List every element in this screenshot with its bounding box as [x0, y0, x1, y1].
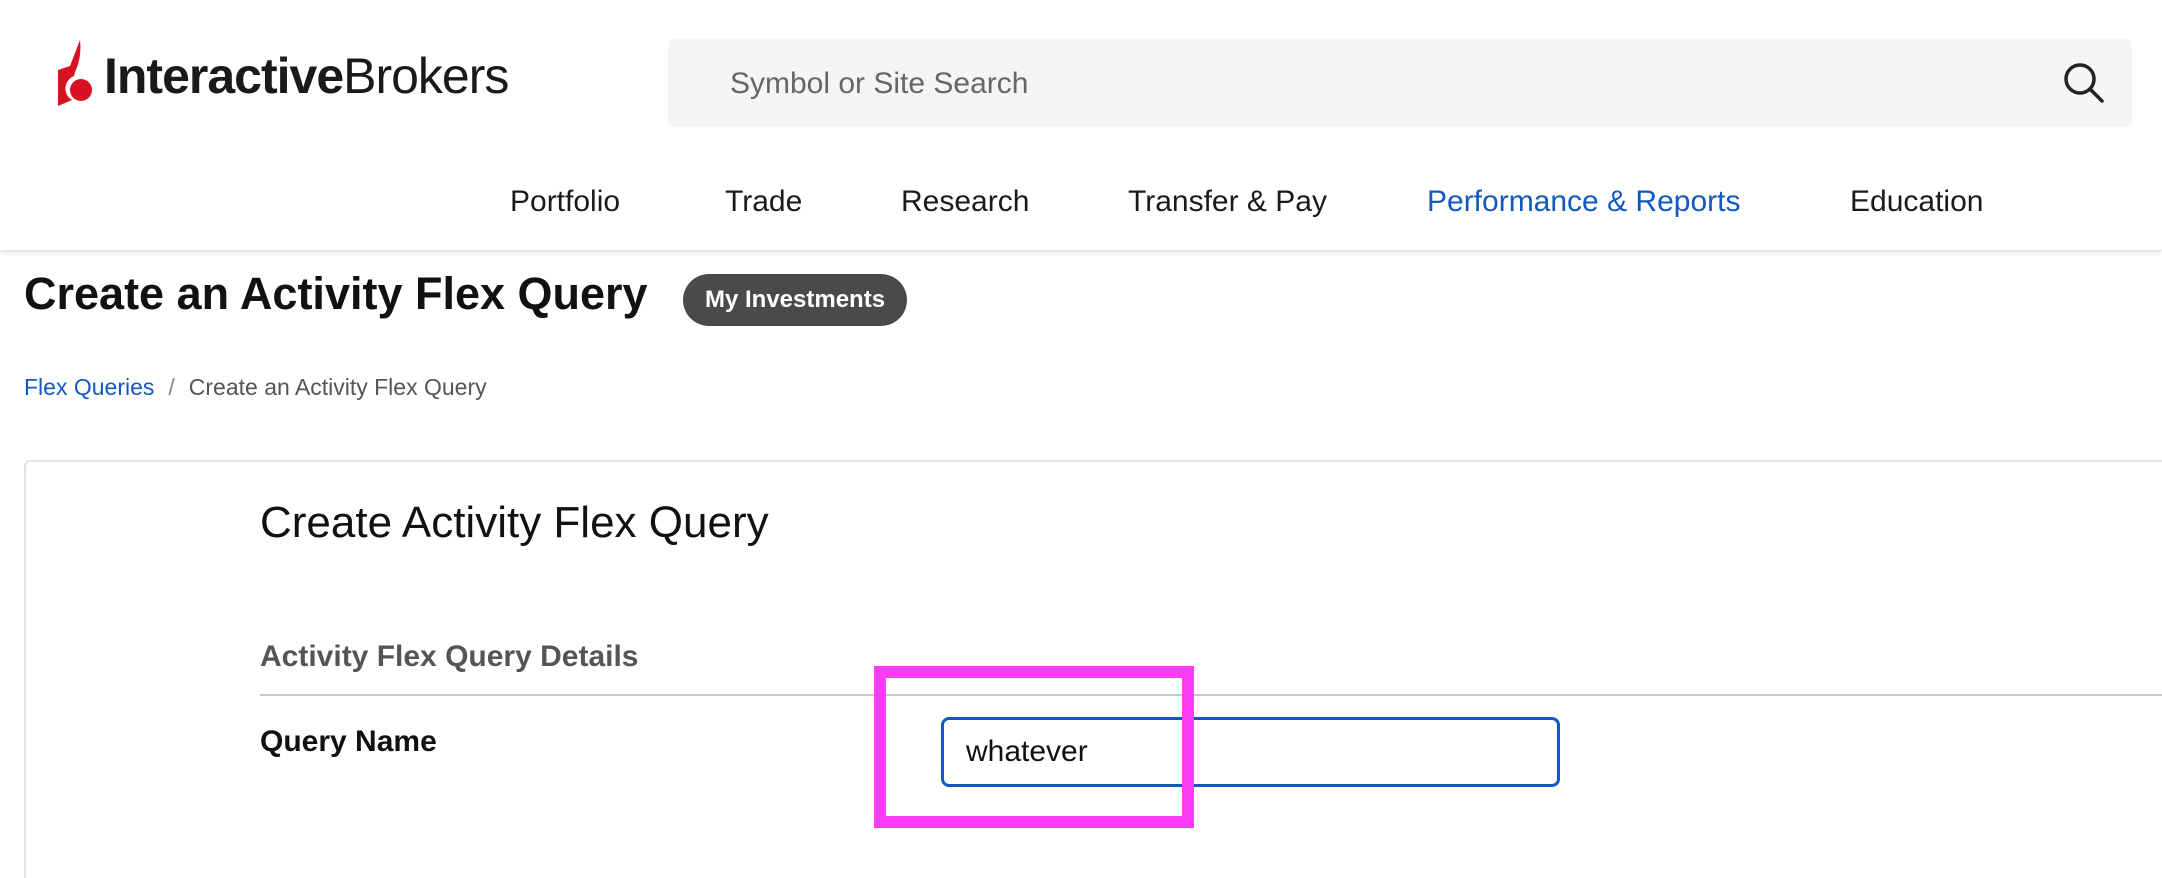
nav-item-trade[interactable]: Trade	[725, 185, 802, 219]
breadcrumb-flex-queries-link[interactable]: Flex Queries	[24, 374, 154, 400]
ib-flame-logo-icon	[58, 40, 92, 106]
site-search	[668, 39, 2132, 129]
section-divider	[260, 694, 2162, 696]
brand-wordmark: InteractiveBrokers	[104, 48, 509, 104]
brand-name-bold: Interactive	[104, 48, 344, 104]
page-title: Create an Activity Flex Query	[24, 268, 648, 319]
interactive-brokers-logo[interactable]: InteractiveBrokers	[56, 36, 509, 116]
breadcrumb-current: Create an Activity Flex Query	[188, 374, 487, 400]
form-title: Create Activity Flex Query	[260, 498, 769, 547]
my-investments-badge[interactable]: My Investments	[683, 274, 908, 326]
query-name-input[interactable]	[941, 717, 1560, 787]
nav-item-portfolio[interactable]: Portfolio	[510, 185, 620, 219]
site-search-input[interactable]	[728, 39, 2032, 129]
main-nav: Portfolio Trade Research Transfer & Pay …	[0, 175, 2162, 235]
breadcrumb-separator: /	[168, 374, 175, 400]
query-name-label: Query Name	[260, 725, 437, 758]
breadcrumb: Flex Queries / Create an Activity Flex Que…	[24, 374, 487, 401]
site-header: InteractiveBrokers Portfolio Trade Resea…	[0, 0, 2162, 251]
nav-item-performance-reports[interactable]: Performance & Reports	[1427, 185, 1740, 219]
section-heading: Activity Flex Query Details	[260, 640, 639, 673]
search-icon[interactable]	[2060, 59, 2108, 107]
page: InteractiveBrokers Portfolio Trade Resea…	[0, 0, 2162, 878]
nav-item-education[interactable]: Education	[1850, 185, 1983, 219]
nav-item-transfer-pay[interactable]: Transfer & Pay	[1128, 185, 1327, 219]
brand-name-light: Brokers	[343, 48, 509, 104]
nav-item-research[interactable]: Research	[901, 185, 1029, 219]
